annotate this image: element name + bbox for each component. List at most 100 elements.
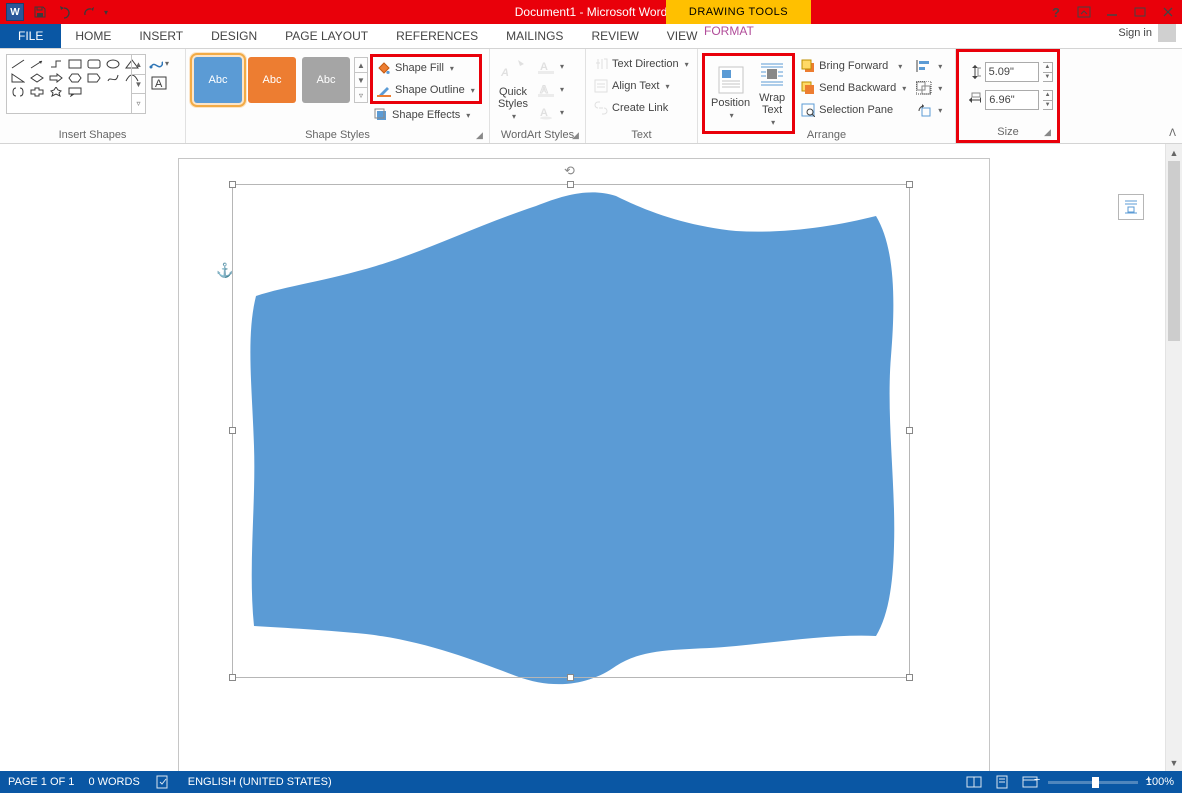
- tab-format[interactable]: FORMAT: [690, 24, 768, 38]
- group-label-shape-styles: Shape Styles: [186, 129, 489, 141]
- shape-freeform-icon[interactable]: [105, 72, 120, 84]
- resize-handle-tr[interactable]: [906, 181, 913, 188]
- tab-home[interactable]: HOME: [61, 24, 125, 48]
- tab-insert[interactable]: INSERT: [125, 24, 197, 48]
- bring-forward-label: Bring Forward: [819, 60, 888, 72]
- shape-star-icon[interactable]: [48, 86, 63, 98]
- group-objects-button[interactable]: ▾: [914, 77, 944, 99]
- selection-pane-button[interactable]: Selection Pane: [797, 99, 910, 121]
- page-indicator[interactable]: PAGE 1 OF 1: [8, 776, 74, 788]
- minimize-button[interactable]: [1098, 0, 1126, 24]
- scroll-up-button[interactable]: ▲: [1166, 144, 1182, 161]
- shape-block-arrow-icon[interactable]: [48, 72, 63, 84]
- shape-brace-icon[interactable]: [10, 86, 25, 98]
- align-button[interactable]: ▾: [914, 55, 944, 77]
- save-button[interactable]: [28, 1, 52, 23]
- close-button[interactable]: [1154, 0, 1182, 24]
- shape-fill-button[interactable]: Shape Fill▾: [373, 57, 479, 79]
- tab-review[interactable]: REVIEW: [577, 24, 652, 48]
- shape-style-gallery[interactable]: Abc Abc Abc: [194, 57, 350, 126]
- group-label-text: Text: [586, 129, 697, 141]
- word-app-icon[interactable]: W: [6, 3, 24, 21]
- resize-handle-br[interactable]: [906, 674, 913, 681]
- resize-handle-r[interactable]: [906, 427, 913, 434]
- resize-handle-b[interactable]: [567, 674, 574, 681]
- tab-file[interactable]: FILE: [0, 24, 61, 48]
- rotation-handle[interactable]: ⟲: [564, 163, 578, 177]
- redo-button[interactable]: [76, 1, 100, 23]
- shape-rounded-rect-icon[interactable]: [86, 58, 101, 70]
- resize-handle-tl[interactable]: [229, 181, 236, 188]
- undo-button[interactable]: [52, 1, 76, 23]
- word-count[interactable]: 0 WORDS: [88, 776, 139, 788]
- shape-style-scroll[interactable]: ▲▼▿: [354, 57, 368, 103]
- wrap-text-label: Wrap Text: [759, 92, 785, 116]
- draw-text-box-button[interactable]: A: [148, 73, 170, 92]
- tab-page-layout[interactable]: PAGE LAYOUT: [271, 24, 382, 48]
- shape-effects-label: Shape Effects: [392, 109, 460, 121]
- shape-width-input[interactable]: [985, 90, 1039, 110]
- tab-design[interactable]: DESIGN: [197, 24, 271, 48]
- shape-elbow-icon[interactable]: [48, 58, 63, 70]
- edit-shape-button[interactable]: ▾: [148, 54, 170, 73]
- shapes-gallery[interactable]: ▲▼▿: [6, 54, 146, 114]
- style-thumb-1[interactable]: Abc: [194, 57, 242, 103]
- shape-effects-button[interactable]: Shape Effects▾: [370, 104, 482, 126]
- resize-handle-t[interactable]: [567, 181, 574, 188]
- anchor-icon[interactable]: ⚓: [216, 262, 233, 279]
- zoom-knob[interactable]: [1092, 777, 1099, 788]
- style-thumb-3[interactable]: Abc: [302, 57, 350, 103]
- ribbon-tabs: FILE HOME INSERT DESIGN PAGE LAYOUT REFE…: [0, 24, 1182, 49]
- ribbon-display-options-button[interactable]: [1070, 0, 1098, 24]
- shape-arrow-icon[interactable]: [29, 58, 44, 70]
- tab-mailings[interactable]: MAILINGS: [492, 24, 577, 48]
- ribbon: ▲▼▿ ▾ A Insert Shapes Abc Abc Abc ▲▼▿ Sh…: [0, 49, 1182, 144]
- shapes-gallery-scroll[interactable]: ▲▼▿: [131, 55, 145, 113]
- shape-pentagon-icon[interactable]: [86, 72, 101, 84]
- vertical-scrollbar[interactable]: ▲ ▼: [1165, 144, 1182, 771]
- group-insert-shapes: ▲▼▿ ▾ A Insert Shapes: [0, 49, 186, 143]
- language-indicator[interactable]: ENGLISH (UNITED STATES): [188, 776, 332, 788]
- shape-rect-icon[interactable]: [67, 58, 82, 70]
- wrap-text-button[interactable]: Wrap Text▾: [754, 58, 790, 129]
- shape-diamond-icon[interactable]: [29, 72, 44, 84]
- shape-outline-button[interactable]: Shape Outline▾: [373, 79, 479, 101]
- group-label-size: Size: [959, 126, 1057, 138]
- print-layout-button[interactable]: [992, 773, 1012, 791]
- shape-hexagon-icon[interactable]: [67, 72, 82, 84]
- shape-right-triangle-icon[interactable]: [10, 72, 25, 84]
- shape-styles-launcher[interactable]: ◢: [476, 130, 486, 140]
- zoom-slider[interactable]: −+: [1048, 781, 1138, 784]
- shape-line-icon[interactable]: [10, 58, 25, 70]
- size-launcher[interactable]: ◢: [1044, 127, 1054, 137]
- layout-options-button[interactable]: [1118, 194, 1144, 220]
- qat-customize-button[interactable]: ▾: [100, 1, 112, 23]
- bring-forward-button[interactable]: Bring Forward▾: [797, 55, 910, 77]
- shape-oval-icon[interactable]: [105, 58, 120, 70]
- selection-box[interactable]: ⟲: [232, 184, 910, 678]
- wordart-launcher[interactable]: ◢: [572, 130, 582, 140]
- maximize-button[interactable]: [1126, 0, 1154, 24]
- spelling-icon[interactable]: [154, 773, 174, 791]
- group-shape-styles: Abc Abc Abc ▲▼▿ Shape Fill▾ Shape Outlin…: [186, 49, 490, 143]
- position-button[interactable]: Position▾: [707, 58, 754, 129]
- send-backward-label: Send Backward: [819, 82, 896, 94]
- send-backward-button[interactable]: Send Backward▾: [797, 77, 910, 99]
- sign-in[interactable]: Sign in: [1118, 24, 1176, 42]
- shape-callout-icon[interactable]: [67, 86, 82, 98]
- scroll-thumb[interactable]: [1168, 161, 1180, 341]
- help-button[interactable]: ?: [1042, 0, 1070, 24]
- group-label-arrange: Arrange: [698, 129, 955, 141]
- width-spinner[interactable]: ▲▼: [1043, 90, 1053, 110]
- resize-handle-l[interactable]: [229, 427, 236, 434]
- shape-cross-icon[interactable]: [29, 86, 44, 98]
- style-thumb-2[interactable]: Abc: [248, 57, 296, 103]
- height-spinner[interactable]: ▲▼: [1043, 62, 1053, 82]
- rotate-button[interactable]: ▾: [914, 99, 944, 121]
- read-mode-button[interactable]: [964, 773, 984, 791]
- resize-handle-bl[interactable]: [229, 674, 236, 681]
- scroll-down-button[interactable]: ▼: [1166, 754, 1182, 771]
- collapse-ribbon-button[interactable]: ᐱ: [1169, 128, 1176, 139]
- shape-height-input[interactable]: [985, 62, 1039, 82]
- tab-references[interactable]: REFERENCES: [382, 24, 492, 48]
